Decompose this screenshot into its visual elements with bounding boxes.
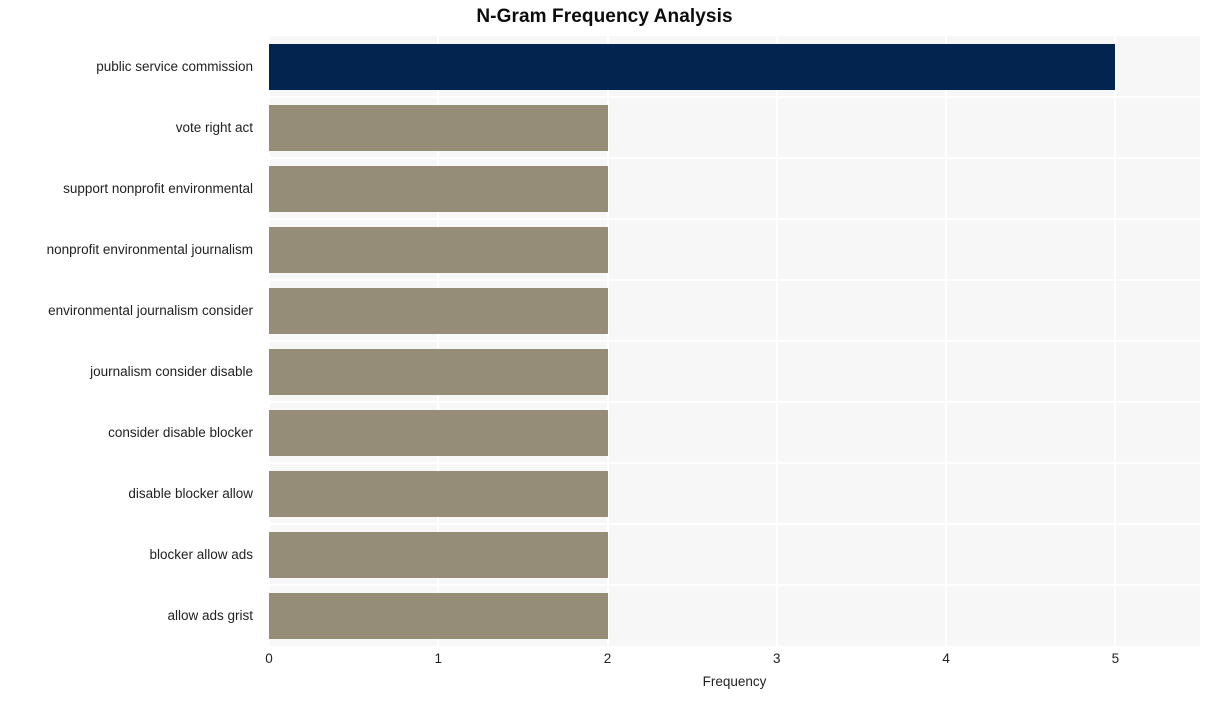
y-axis-tick-label: blocker allow ads [149,546,253,562]
chart-title: N-Gram Frequency Analysis [476,6,733,27]
x-axis-tick-label: 4 [942,651,950,666]
bars-layer [269,36,1200,646]
bar[interactable] [269,165,608,212]
y-axis-tick-label: environmental journalism consider [48,302,253,318]
bar[interactable] [269,531,608,578]
y-axis-category-labels: public service commission vote right act s… [0,36,261,646]
y-axis-tick-label: public service commission [96,58,253,74]
y-axis-tick-label: disable blocker allow [128,485,253,501]
ngram-frequency-chart: N-Gram Frequency Analysis public service… [0,0,1209,701]
bar[interactable] [269,348,608,395]
plot-area [268,36,1200,646]
y-axis-tick-label: support nonprofit environmental [63,180,253,196]
y-axis-tick-label: allow ads grist [167,607,253,623]
x-axis-tick-label: 3 [773,651,781,666]
y-axis-tick-label: consider disable blocker [108,424,253,440]
x-axis-tick-label: 1 [434,651,443,666]
bar[interactable] [269,226,608,273]
x-axis-tick-label: 0 [265,651,273,666]
bar[interactable] [269,104,608,151]
x-axis-ticks: 0 1 2 3 4 5 [265,650,1200,672]
bar[interactable] [269,43,1116,90]
y-axis-tick-label: nonprofit environmental journalism [46,241,253,257]
x-axis-tick-label: 2 [603,651,612,666]
y-axis-tick-label: vote right act [175,119,253,135]
x-axis-title: Frequency [702,674,767,689]
bar[interactable] [269,470,608,517]
bar[interactable] [269,409,608,456]
bar[interactable] [269,592,608,639]
bar[interactable] [269,287,608,334]
y-axis-tick-label: journalism consider disable [90,363,253,379]
x-axis-tick-label: 5 [1111,651,1120,666]
